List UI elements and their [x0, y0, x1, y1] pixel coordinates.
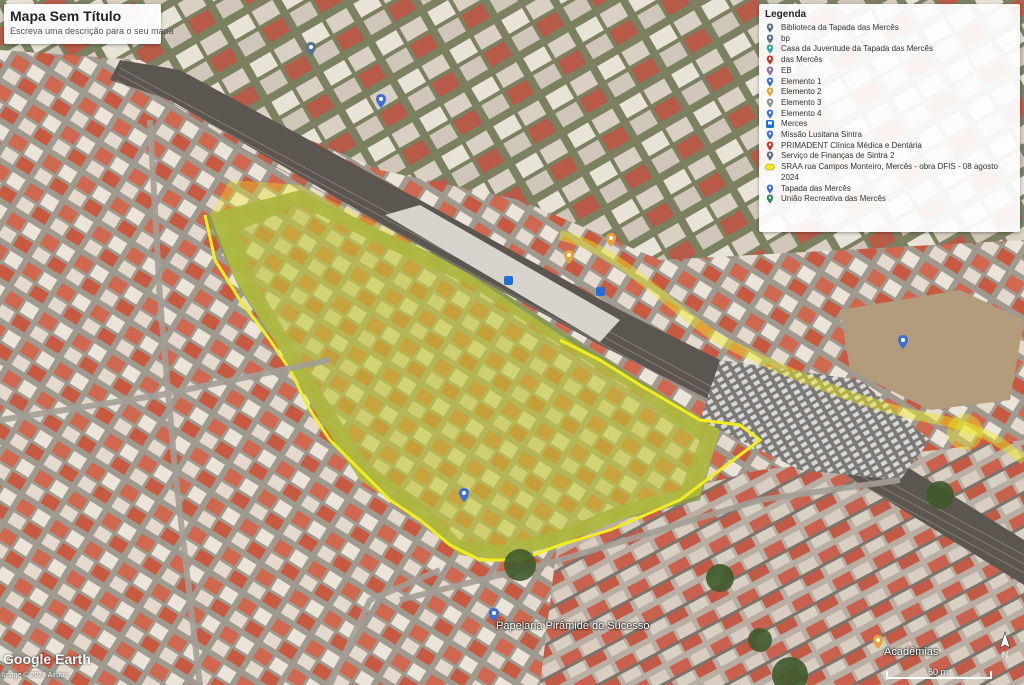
legend-item[interactable]: PRIMADENT Clínica Médica e Dentária — [765, 141, 1014, 152]
pin-icon — [765, 44, 775, 54]
legend-item[interactable]: Merces — [765, 119, 1014, 130]
legend-item-label: das Mercês — [781, 55, 823, 65]
merces-pin-icon[interactable] — [376, 94, 386, 108]
pin-icon — [765, 55, 775, 65]
legend-item-label: PRIMADENT Clínica Médica e Dentária — [781, 140, 922, 150]
legend-item-label: Elemento 1 — [781, 76, 822, 86]
academias-label: Acadêmias — [884, 646, 939, 658]
train-station-icon[interactable] — [504, 276, 513, 285]
train-icon — [765, 119, 775, 129]
map-title[interactable]: Mapa Sem Título — [10, 8, 155, 25]
pin-icon — [765, 194, 775, 204]
element-2-pin-icon[interactable] — [564, 250, 574, 264]
legend-item[interactable]: SRAA rua Campos Monteiro, Mercês - obra … — [765, 162, 1014, 183]
legend-item[interactable]: bp — [765, 34, 1014, 45]
legend-item-label: EB — [781, 65, 792, 75]
pin-icon — [765, 141, 775, 151]
legend-item[interactable]: União Recreativa das Mercês — [765, 194, 1014, 205]
roundabout — [947, 414, 983, 450]
legend-item[interactable]: Missão Lusitana Sintra — [765, 130, 1014, 141]
legend-item-label: SRAA rua Campos Monteiro, Mercês - obra … — [781, 162, 998, 182]
legend-item-label: Tapada das Mercês — [781, 183, 851, 193]
pin-icon — [765, 98, 775, 108]
legend-item[interactable]: Serviço de Finanças de Sintra 2 — [765, 151, 1014, 162]
legend-item-label: Casa da Juventude da Tapada das Mercês — [781, 44, 933, 54]
compass-icon[interactable]: N — [994, 630, 1016, 660]
compass-label: N — [1002, 650, 1009, 660]
legend-item-label: Elemento 3 — [781, 97, 822, 107]
pin-icon — [765, 77, 775, 87]
pin-icon — [765, 109, 775, 119]
pin-icon — [765, 34, 775, 44]
legend-item[interactable]: Casa da Juventude da Tapada das Mercês — [765, 44, 1014, 55]
legend-item[interactable]: Elemento 2 — [765, 87, 1014, 98]
biblioteca-pin-icon[interactable] — [306, 42, 316, 56]
pin-icon — [765, 87, 775, 97]
legend-item-label: Serviço de Finanças de Sintra 2 — [781, 151, 895, 161]
legend-list: Biblioteca da Tapada das Mercês bp Casa da… — [765, 23, 1014, 205]
acadamias-pin-icon[interactable] — [873, 635, 883, 649]
legend-item-label: Elemento 2 — [781, 87, 822, 97]
scale-label: 60 m — [928, 667, 949, 677]
map-description[interactable]: Escreva uma descrição para o seu mapa — [10, 25, 174, 37]
legend-item[interactable]: Biblioteca da Tapada das Mercês — [765, 23, 1014, 34]
legend-title: Legenda — [765, 9, 807, 20]
map-title-card[interactable]: Mapa Sem Título Escreva uma descrição pa… — [4, 4, 174, 44]
legend-item[interactable]: Elemento 1 — [765, 77, 1014, 88]
pin-icon — [765, 184, 775, 194]
papelaria-label: Papelaria Pirâmide do Sucesso — [496, 620, 650, 632]
scale-bar: 60 m — [886, 667, 992, 681]
train-station-2-icon[interactable] — [596, 287, 605, 296]
polygon-icon — [765, 162, 775, 172]
google-earth-logo: Google Earth — [3, 651, 91, 667]
legend-item[interactable]: Elemento 4 — [765, 109, 1014, 120]
pin-icon — [765, 23, 775, 33]
legend-item[interactable]: das Mercês — [765, 55, 1014, 66]
legend-item-label: Elemento 4 — [781, 108, 822, 118]
pin-icon — [765, 66, 775, 76]
image-credit: Image © 2024 Airbus — [2, 672, 68, 679]
legend-panel: Legenda Biblioteca da Tapada das Mercês b… — [759, 4, 1020, 232]
pin-icon — [765, 130, 775, 140]
pin-icon — [765, 151, 775, 161]
legend-item[interactable]: Tapada das Mercês — [765, 184, 1014, 195]
legend-item-label: Missão Lusitana Sintra — [781, 130, 862, 140]
legend-item-label: bp — [781, 33, 790, 43]
legend-item[interactable]: Elemento 3 — [765, 98, 1014, 109]
legend-item[interactable]: EB — [765, 66, 1014, 77]
legend-item-label: Merces — [781, 119, 808, 129]
element-2b-pin-icon[interactable] — [606, 233, 616, 247]
legend-item-label: Biblioteca da Tapada das Mercês — [781, 23, 899, 32]
tapada-pin-icon[interactable] — [459, 488, 469, 502]
element-4-pin-icon[interactable] — [898, 335, 908, 349]
legend-item-label: União Recreativa das Mercês — [781, 194, 886, 204]
